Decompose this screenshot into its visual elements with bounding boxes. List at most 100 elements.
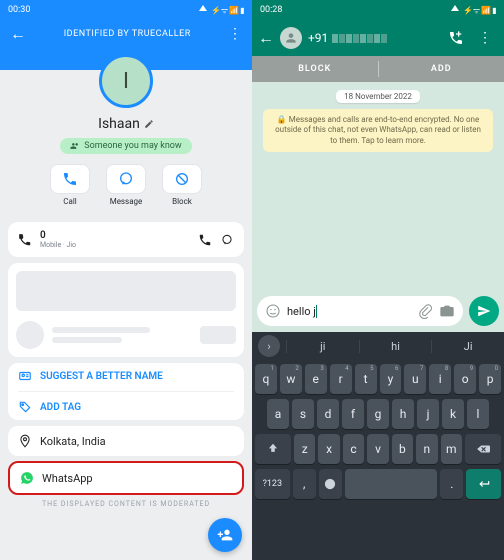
key-r[interactable]: r4: [330, 364, 352, 394]
key-x[interactable]: x: [318, 434, 339, 464]
status-bar: 00:30 ⚡ᯤ 📶 ▮: [0, 0, 252, 20]
key-h[interactable]: h: [392, 399, 414, 429]
key-u[interactable]: u7: [404, 364, 426, 394]
date-chip: 18 November 2022: [336, 90, 420, 103]
overflow-icon[interactable]: ⋮: [478, 30, 492, 46]
overflow-icon[interactable]: ⋮: [228, 26, 242, 42]
add-button[interactable]: ADD: [379, 56, 504, 82]
key-i[interactable]: i8: [429, 364, 451, 394]
suggest-card: SUGGEST A BETTER NAME ADD TAG: [8, 363, 244, 420]
key-m[interactable]: m: [441, 434, 462, 464]
location-row[interactable]: Kolkata, India: [8, 426, 244, 456]
tag-icon: [18, 400, 32, 414]
status-icons: ⚡ᯤ 📶 ▮: [451, 5, 496, 16]
key-n[interactable]: n: [416, 434, 437, 464]
key-d[interactable]: d: [317, 399, 339, 429]
whatsapp-row[interactable]: WhatsApp: [8, 461, 244, 495]
sms-icon[interactable]: [220, 233, 234, 247]
add-contact-fab[interactable]: [208, 518, 242, 552]
key-g[interactable]: g: [367, 399, 389, 429]
suggestion-1[interactable]: ji: [286, 340, 359, 353]
id-card-icon: [18, 369, 32, 383]
back-icon[interactable]: ←: [258, 28, 274, 48]
back-icon[interactable]: ←: [10, 24, 27, 44]
edit-icon[interactable]: [144, 119, 154, 129]
camera-icon[interactable]: [439, 303, 455, 319]
comma-key[interactable]: ,: [293, 469, 316, 499]
add-tag-row[interactable]: ADD TAG: [18, 400, 234, 414]
key-w[interactable]: w2: [280, 364, 302, 394]
contact-number[interactable]: +91: [308, 31, 387, 45]
message-action[interactable]: Message: [104, 164, 148, 206]
phone-icon: [62, 171, 78, 187]
profile-body: I Ishaan Someone you may know Call Messa…: [0, 70, 252, 216]
block-icon: [174, 171, 190, 187]
emoji-icon[interactable]: [265, 303, 281, 319]
enter-key[interactable]: [466, 469, 501, 499]
key-v[interactable]: v: [367, 434, 388, 464]
message-input-bar: hello j: [252, 292, 504, 332]
attach-icon[interactable]: [417, 303, 433, 319]
contact-avatar[interactable]: [280, 27, 302, 49]
status-time: 00:30: [8, 5, 30, 15]
suggest-name-row[interactable]: SUGGEST A BETTER NAME: [18, 369, 234, 383]
key-b[interactable]: b: [392, 434, 413, 464]
key-f[interactable]: f: [342, 399, 364, 429]
redacted-number: [332, 34, 387, 43]
avatar[interactable]: I: [99, 54, 153, 108]
status-time: 00:28: [260, 5, 282, 15]
block-add-bar: BLOCK ADD: [252, 56, 504, 82]
shift-key[interactable]: [255, 434, 291, 464]
keyboard: q1w2e3r4t5y6u7i8o9p0 asdfghjkl zxcvbnm ?…: [252, 360, 504, 505]
location-icon: [18, 434, 32, 448]
block-action[interactable]: Block: [160, 164, 204, 206]
key-p[interactable]: p0: [479, 364, 501, 394]
lock-icon: 🔒: [277, 115, 287, 124]
header-subtitle: IDENTIFIED BY TRUECALLER: [64, 29, 191, 39]
add-person-icon: [217, 527, 233, 543]
keyboard-suggestions: › ji hi Ji: [252, 332, 504, 360]
chat-header: ← +91 ⋮: [252, 20, 504, 56]
call-action[interactable]: Call: [48, 164, 92, 206]
period-key[interactable]: .: [440, 469, 463, 499]
send-icon: [477, 304, 491, 318]
expand-suggestions[interactable]: ›: [258, 335, 280, 357]
loading-card: [8, 263, 244, 357]
key-l[interactable]: l: [467, 399, 489, 429]
space-key[interactable]: [345, 469, 437, 499]
key-s[interactable]: s: [292, 399, 314, 429]
key-c[interactable]: c: [343, 434, 364, 464]
sim-carrier: Mobile · Jio: [40, 241, 76, 249]
sim-icon: [18, 233, 32, 247]
sim-number: 0: [40, 230, 76, 241]
suggestion-3[interactable]: Ji: [431, 340, 504, 353]
message-input[interactable]: hello j: [257, 296, 463, 326]
send-button[interactable]: [469, 296, 499, 326]
truecaller-screen: 00:30 ⚡ᯤ 📶 ▮ ← IDENTIFIED BY TRUECALLER …: [0, 0, 252, 560]
backspace-key[interactable]: [465, 434, 501, 464]
whatsapp-icon: [20, 471, 34, 485]
key-t[interactable]: t5: [355, 364, 377, 394]
key-q[interactable]: q1: [255, 364, 277, 394]
known-chip: Someone you may know: [60, 138, 191, 154]
emoji-key[interactable]: [319, 469, 342, 499]
block-button[interactable]: BLOCK: [252, 56, 378, 82]
key-j[interactable]: j: [417, 399, 439, 429]
status-bar: 00:28 ⚡ᯤ 📶 ▮: [252, 0, 504, 20]
chat-area[interactable]: 18 November 2022 🔒Messages and calls are…: [252, 82, 504, 292]
key-a[interactable]: a: [267, 399, 289, 429]
message-icon: [118, 171, 134, 187]
key-y[interactable]: y6: [380, 364, 402, 394]
status-icons: ⚡ᯤ 📶 ▮: [199, 5, 244, 16]
suggestion-2[interactable]: hi: [359, 340, 432, 353]
key-e[interactable]: e3: [305, 364, 327, 394]
symbols-key[interactable]: ?123: [255, 469, 290, 499]
add-call-icon[interactable]: [448, 30, 464, 46]
key-o[interactable]: o9: [454, 364, 476, 394]
whatsapp-screen: 00:28 ⚡ᯤ 📶 ▮ ← +91 ⋮ BLOCK ADD 18 Novemb…: [252, 0, 504, 560]
encryption-notice[interactable]: 🔒Messages and calls are end-to-end encry…: [263, 109, 493, 152]
key-z[interactable]: z: [294, 434, 315, 464]
sim-card-row[interactable]: 0 Mobile · Jio: [8, 222, 244, 257]
dial-icon[interactable]: [198, 233, 212, 247]
key-k[interactable]: k: [442, 399, 464, 429]
